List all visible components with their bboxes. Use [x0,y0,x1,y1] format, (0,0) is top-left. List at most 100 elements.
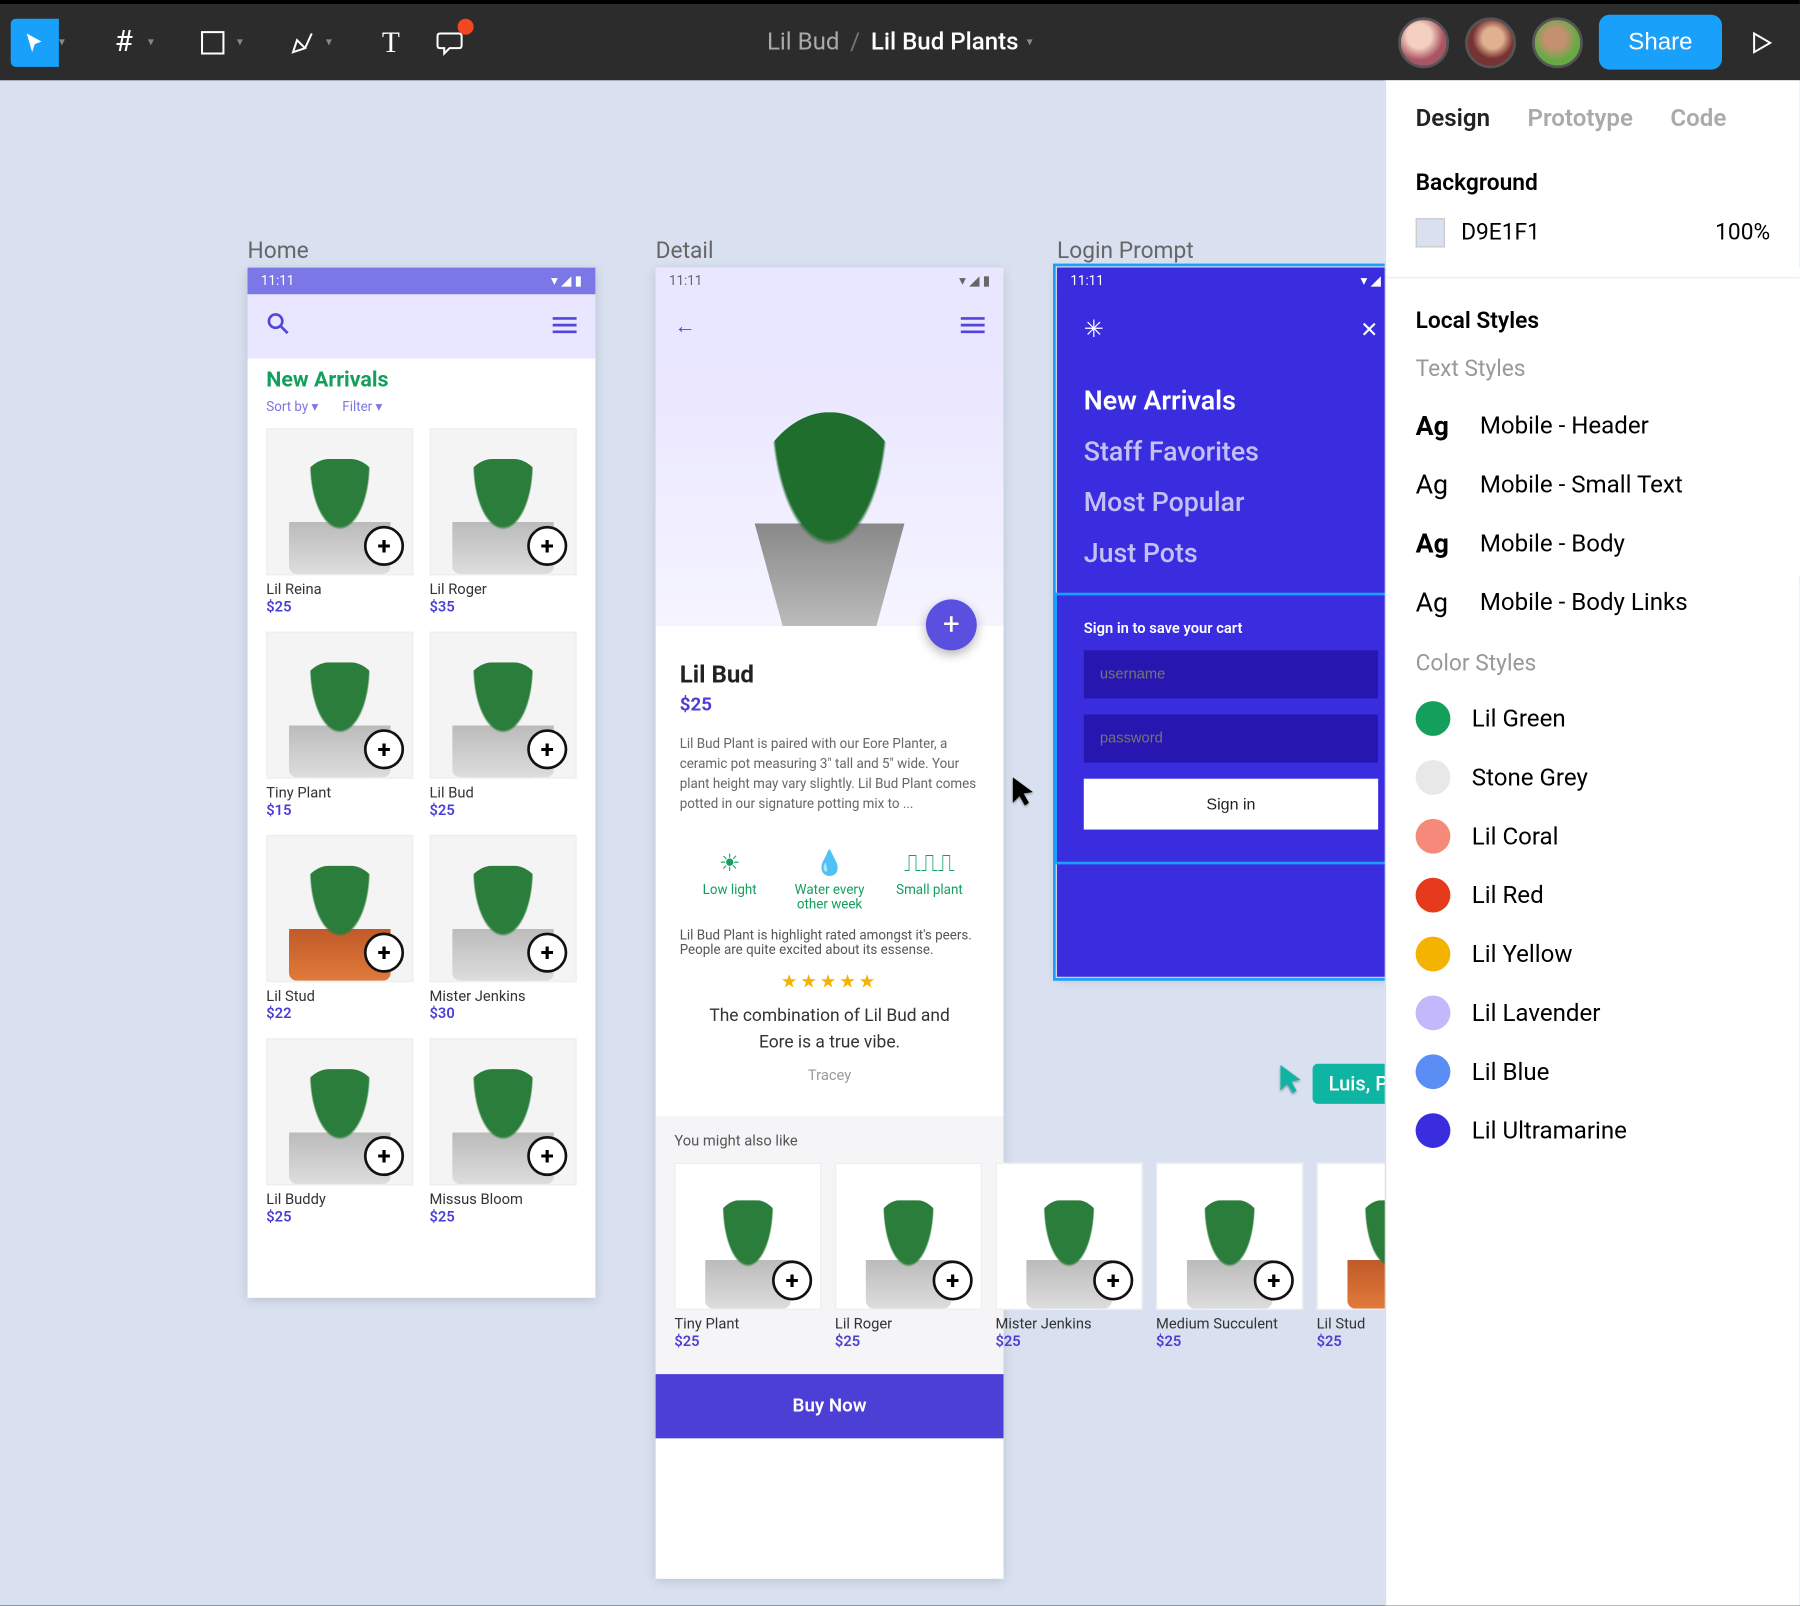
tab-prototype[interactable]: Prototype [1528,104,1633,132]
color-style-item[interactable]: Lil Ultramarine [1416,1113,1771,1148]
add-button[interactable]: + [364,933,404,973]
local-styles-heading: Local Styles [1416,308,1771,335]
product-card[interactable]: + Lil Reina $25 [266,428,413,615]
color-style-item[interactable]: Stone Grey [1416,760,1771,795]
background-swatch[interactable] [1416,218,1445,247]
product-price: $25 [680,694,980,715]
close-icon[interactable]: ✕ [1360,317,1378,342]
add-button[interactable]: + [364,1136,404,1176]
search-icon[interactable] [266,312,290,341]
product-description: Lil Bud Plant is paired with our Eore Pl… [680,735,980,815]
ymal-card[interactable]: + Tiny Plant $25 [674,1163,821,1350]
frame-label-detail[interactable]: Detail [656,238,714,265]
frame-tool-caret[interactable]: ▾ [148,35,154,48]
move-tool[interactable] [11,18,59,66]
tab-design[interactable]: Design [1416,104,1490,132]
color-style-item[interactable]: Lil Lavender [1416,995,1771,1030]
color-style-item[interactable]: Lil Yellow [1416,937,1771,972]
collaborator-avatar[interactable] [1465,17,1516,68]
buy-now-button[interactable]: Buy Now [656,1374,1004,1438]
add-button[interactable]: + [364,729,404,769]
color-style-name: Stone Grey [1472,763,1588,791]
frame-detail[interactable]: 11:11 ▾ ◢ ▮ ← + Lil Bud $25 Lil Bud Plan… [656,268,1004,1579]
comment-tool[interactable] [426,18,474,66]
frame-login[interactable]: 11:11 ▾ ◢ ▮ ✳ ✕ New ArrivalsStaff Favori… [1057,268,1405,977]
color-style-item[interactable]: Lil Coral [1416,819,1771,854]
menu-icon[interactable] [553,314,577,339]
pen-tool-caret[interactable]: ▾ [326,35,332,48]
status-bar: 11:11 ▾ ◢ ▮ [248,268,596,295]
pen-tool[interactable] [278,18,326,66]
ymal-name: Medium Succulent [1156,1315,1303,1332]
add-button[interactable]: + [772,1260,812,1300]
product-card[interactable]: + Lil Buddy $25 [266,1038,413,1225]
text-style-item[interactable]: AgMobile - Header [1416,409,1771,441]
add-button[interactable]: + [933,1260,973,1300]
password-input[interactable] [1084,714,1378,762]
background-opacity[interactable]: 100% [1715,219,1770,246]
add-to-cart-fab[interactable]: + [926,599,977,650]
ymal-card[interactable]: + Medium Succulent $25 [1156,1163,1303,1350]
sort-dropdown[interactable]: Sort by ▾ [266,400,318,415]
status-bar: 11:11 ▾ ◢ ▮ [656,268,1004,295]
add-button[interactable]: + [1093,1260,1133,1300]
add-button[interactable]: + [527,933,567,973]
text-styles-label: Text Styles [1416,356,1771,383]
signin-button[interactable]: Sign in [1084,779,1378,830]
add-button[interactable]: + [364,526,404,566]
username-input[interactable] [1084,650,1378,698]
ymal-price: $25 [835,1333,982,1350]
text-style-item[interactable]: AgMobile - Small Text [1416,468,1771,500]
collaborator-avatar[interactable] [1398,17,1449,68]
color-swatch-icon [1416,878,1451,913]
frame-label-home[interactable]: Home [248,238,309,265]
ymal-price: $25 [995,1333,1142,1350]
product-card[interactable]: + Lil Bud $25 [429,632,576,819]
text-style-item[interactable]: AgMobile - Body [1416,527,1771,559]
document-caret[interactable]: ▾ [1027,35,1033,48]
product-card[interactable]: + Lil Roger $35 [429,428,576,615]
frame-home[interactable]: 11:11 ▾ ◢ ▮ New Arrivals Sort by ▾ Filte… [248,268,596,1298]
frame-tool[interactable]: # [100,18,148,66]
product-image: + [266,835,413,982]
text-tool[interactable]: T [367,18,415,66]
login-menu-item[interactable]: Staff Favorites [1084,435,1378,467]
product-card[interactable]: + Missus Bloom $25 [429,1038,576,1225]
login-menu-item[interactable]: Most Popular [1084,486,1378,518]
filter-dropdown[interactable]: Filter ▾ [342,400,382,415]
color-style-item[interactable]: Lil Green [1416,701,1771,736]
color-swatch-icon [1416,1113,1451,1148]
color-style-item[interactable]: Lil Blue [1416,1054,1771,1089]
product-image: + [266,632,413,779]
back-icon[interactable]: ← [674,313,695,340]
frame-label-login[interactable]: Login Prompt [1057,238,1194,265]
tab-code[interactable]: Code [1670,104,1726,132]
product-card[interactable]: + Tiny Plant $15 [266,632,413,819]
add-button[interactable]: + [527,729,567,769]
present-button[interactable] [1738,30,1786,54]
login-menu-item[interactable]: Just Pots [1084,537,1378,569]
add-button[interactable]: + [1254,1260,1294,1300]
ymal-card[interactable]: + Lil Roger $25 [835,1163,982,1350]
color-style-name: Lil Blue [1472,1058,1550,1086]
share-button[interactable]: Share [1599,15,1722,70]
product-card[interactable]: + Mister Jenkins $30 [429,835,576,1022]
add-button[interactable]: + [527,526,567,566]
shape-tool-caret[interactable]: ▾ [237,35,243,48]
move-tool-caret[interactable]: ▾ [59,35,65,48]
document-name: Lil Bud Plants [871,28,1019,56]
care-attribute: 💧Water every other week [783,850,877,913]
document-title[interactable]: Lil Bud / Lil Bud Plants ▾ [767,28,1033,56]
text-style-item[interactable]: AgMobile - Body Links [1416,586,1771,618]
background-hex[interactable]: D9E1F1 [1461,219,1540,246]
signin-heading: Sign in to save your cart [1084,619,1378,636]
color-style-item[interactable]: Lil Red [1416,878,1771,913]
shape-tool[interactable] [189,18,237,66]
add-button[interactable]: + [527,1136,567,1176]
ymal-card[interactable]: + Mister Jenkins $25 [995,1163,1142,1350]
menu-icon[interactable] [961,314,985,339]
product-card[interactable]: + Lil Stud $22 [266,835,413,1022]
login-menu-item[interactable]: New Arrivals [1084,384,1378,416]
collaborator-avatar[interactable] [1532,17,1583,68]
notification-dot-icon [458,18,474,34]
